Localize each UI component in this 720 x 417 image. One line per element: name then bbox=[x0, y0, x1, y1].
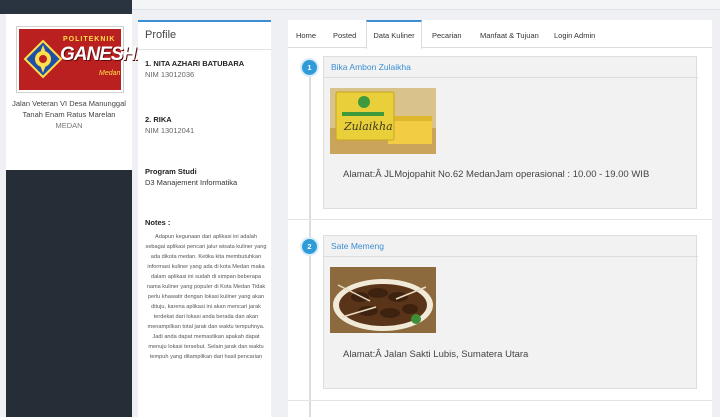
tab-data-kuliner[interactable]: Data Kuliner bbox=[366, 20, 422, 49]
address-line-2: Tanah Enam Ratus Marelan bbox=[22, 110, 116, 119]
tab-posted[interactable]: Posted bbox=[333, 20, 356, 48]
logo-name: GANESHA bbox=[60, 44, 149, 65]
profile-title: Profile bbox=[145, 29, 177, 41]
member-1: 1. NITA AZHARI BATUBARA NIM 13012036 bbox=[145, 58, 244, 80]
entry-2-address: Alamat:Â Jalan Sakti Lubis, Sumatera Uta… bbox=[343, 349, 529, 360]
bika-ambon-box-text: Zulaikha bbox=[343, 120, 393, 133]
program-value: D3 Manajement Informatika bbox=[145, 178, 238, 187]
logo-city: Medan bbox=[99, 70, 121, 77]
ganesha-emblem-icon bbox=[23, 39, 63, 79]
entry-1-title[interactable]: Bika Ambon Zulaikha bbox=[331, 62, 411, 72]
member-2-nim: NIM 13012041 bbox=[145, 126, 195, 135]
polteknik-ganesha-logo[interactable]: POLITEKNIK GANESHA Medan bbox=[16, 26, 149, 93]
nav-tabs: Home Posted Data Kuliner Pecarian Manfaa… bbox=[288, 20, 712, 49]
program-studi: Program Studi D3 Manajement Informatika bbox=[145, 166, 237, 188]
profile-panel: Profile 1. NITA AZHARI BATUBARA NIM 1301… bbox=[138, 20, 271, 417]
main-panel: Home Posted Data Kuliner Pecarian Manfaa… bbox=[288, 20, 712, 417]
sidebar-dark-panel bbox=[6, 170, 132, 417]
entry-2-number-badge: 2 bbox=[302, 239, 317, 254]
entry-1-address: Alamat:Â JLMojopahit No.62 MedanJam oper… bbox=[343, 169, 650, 180]
left-sidebar: POLITEKNIK GANESHA Medan Jalan Veteran V… bbox=[6, 14, 149, 417]
top-bar bbox=[0, 0, 720, 14]
tab-pecarian[interactable]: Pecarian bbox=[432, 20, 462, 48]
program-label: Program Studi bbox=[145, 167, 197, 176]
entry-2-title[interactable]: Sate Memeng bbox=[331, 241, 384, 251]
member-1-nim: NIM 13012036 bbox=[145, 70, 195, 79]
campus-address: Jalan Veteran VI Desa Manunggal Tanah En… bbox=[6, 98, 132, 131]
tab-login-admin[interactable]: Login Admin bbox=[554, 20, 595, 48]
entry-card-2: Sate Memeng Alamat:Â Jalan Sakti Lubis, … bbox=[323, 235, 698, 389]
notes-label: Notes : bbox=[145, 218, 171, 227]
logo-top-text: POLITEKNIK bbox=[63, 36, 116, 43]
tab-manfaat-tujuan[interactable]: Manfaat & Tujuan bbox=[480, 20, 539, 48]
sate-photo-icon bbox=[330, 267, 436, 333]
tab-home[interactable]: Home bbox=[296, 20, 316, 48]
entry-1-number-badge: 1 bbox=[302, 60, 317, 75]
member-2-name: 2. RIKA bbox=[145, 115, 172, 124]
notes-text: Adapun kegunaan dari aplikasi ini adalah… bbox=[145, 234, 267, 360]
member-1-name: 1. NITA AZHARI BATUBARA bbox=[145, 59, 245, 68]
bika-ambon-photo-icon: Zulaikha bbox=[330, 88, 436, 154]
address-city: MEDAN bbox=[55, 121, 83, 130]
member-2: 2. RIKA NIM 13012041 bbox=[145, 114, 194, 136]
address-line-1: Jalan Veteran VI Desa Manunggal bbox=[12, 99, 126, 108]
entry-card-1: Bika Ambon Zulaikha Zulaikha Alamat:Â JL… bbox=[323, 56, 698, 209]
